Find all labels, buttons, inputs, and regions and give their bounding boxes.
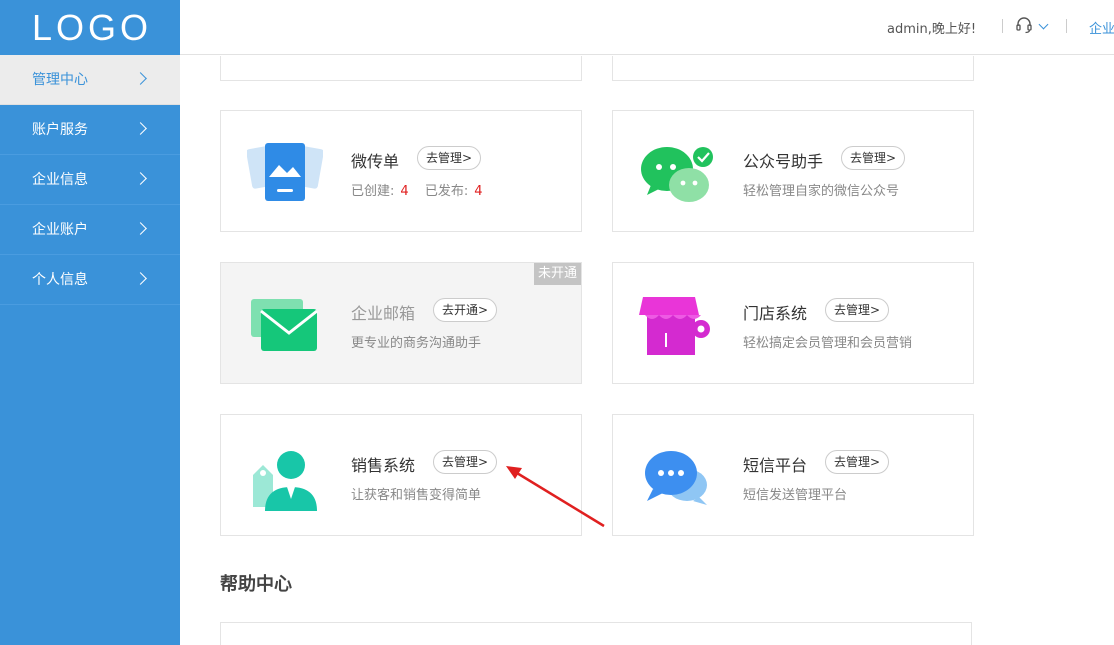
sidebar-item-label: 账户服务	[32, 122, 88, 138]
chevron-right-icon	[134, 222, 147, 235]
card-partial	[612, 56, 974, 81]
manage-button[interactable]: 去管理>	[825, 298, 890, 322]
top-bar: admin,晚上好! 企业	[180, 0, 1114, 55]
mail-icon	[251, 299, 318, 351]
sidebar-item-account-service[interactable]: 账户服务	[0, 105, 180, 155]
sidebar-item-enterprise-account[interactable]: 企业账户	[0, 205, 180, 255]
user-greeting: admin,晚上好!	[887, 22, 977, 37]
created-label: 已创建:	[351, 184, 395, 199]
card-description: 轻松搞定会员管理和会员营销	[743, 336, 913, 351]
card-enterprise-mail: 未开通 企业邮箱 去开通> 更专业的商务沟通助手	[220, 262, 582, 384]
sidebar-item-personal-info[interactable]: 个人信息	[0, 255, 180, 305]
sidebar-item-label: 企业信息	[32, 172, 88, 188]
divider	[1066, 19, 1067, 33]
card-title: 销售系统	[351, 456, 416, 475]
chevron-right-icon	[134, 172, 147, 185]
sidebar-item-enterprise-info[interactable]: 企业信息	[0, 155, 180, 205]
headset-icon[interactable]	[1015, 16, 1033, 34]
chevron-down-icon[interactable]	[1038, 19, 1049, 30]
not-activated-badge: 未开通	[533, 263, 581, 285]
manage-button[interactable]: 去管理>	[825, 450, 890, 474]
card-title: 公众号助手	[743, 152, 824, 171]
card-description: 短信发送管理平台	[743, 488, 848, 503]
published-label: 已发布:	[424, 184, 469, 199]
card-description: 让获客和销售变得简单	[351, 488, 482, 503]
enterprise-link[interactable]: 企业	[1089, 18, 1114, 37]
sidebar-item-management-center[interactable]: 管理中心	[0, 55, 180, 105]
card-stats: 已创建: 4 已发布: 4	[351, 180, 488, 199]
created-count: 4	[400, 184, 409, 199]
annotation-arrow	[506, 466, 605, 528]
sidebar: LOGO 管理中心 账户服务 企业信息 企业账户 个人信息	[0, 0, 180, 645]
card-title: 微传单	[351, 152, 400, 171]
sidebar-item-label: 个人信息	[32, 272, 88, 288]
chevron-right-icon	[134, 122, 147, 135]
card-title: 企业邮箱	[351, 304, 416, 323]
card-description: 更专业的商务沟通助手	[351, 336, 482, 351]
main-content: 微传单 去管理> 已创建: 4 已发布: 4 公众号助手 去管理> 轻松管理自家的微…	[180, 56, 1114, 645]
chevron-right-icon	[134, 72, 147, 85]
salesperson-icon	[253, 451, 317, 511]
card-sms-platform: 短信平台 去管理> 短信发送管理平台	[612, 414, 974, 536]
help-center-title: 帮助中心	[220, 574, 292, 595]
published-count: 4	[474, 184, 483, 199]
divider	[1002, 19, 1003, 33]
sms-icon	[645, 451, 707, 505]
manage-button[interactable]: 去管理>	[433, 450, 498, 474]
card-title: 门店系统	[743, 304, 808, 323]
manage-button[interactable]: 去管理>	[841, 146, 906, 170]
sidebar-item-label: 管理中心	[32, 72, 88, 88]
flyer-icon	[247, 143, 323, 201]
manage-button[interactable]: 去管理>	[417, 146, 482, 170]
chevron-right-icon	[134, 272, 147, 285]
store-icon	[639, 297, 710, 355]
card-gongzhonghao: 公众号助手 去管理> 轻松管理自家的微信公众号	[612, 110, 974, 232]
logo: LOGO	[0, 0, 180, 55]
sidebar-item-label: 企业账户	[32, 222, 88, 238]
card-description: 轻松管理自家的微信公众号	[743, 184, 900, 199]
activate-button[interactable]: 去开通>	[433, 298, 498, 322]
card-title: 短信平台	[743, 456, 808, 475]
help-center-panel	[220, 622, 972, 645]
card-partial	[220, 56, 582, 81]
wechat-icon	[641, 147, 713, 202]
card-weichuandan: 微传单 去管理> 已创建: 4 已发布: 4	[220, 110, 582, 232]
card-store-system: 门店系统 去管理> 轻松搞定会员管理和会员营销	[612, 262, 974, 384]
